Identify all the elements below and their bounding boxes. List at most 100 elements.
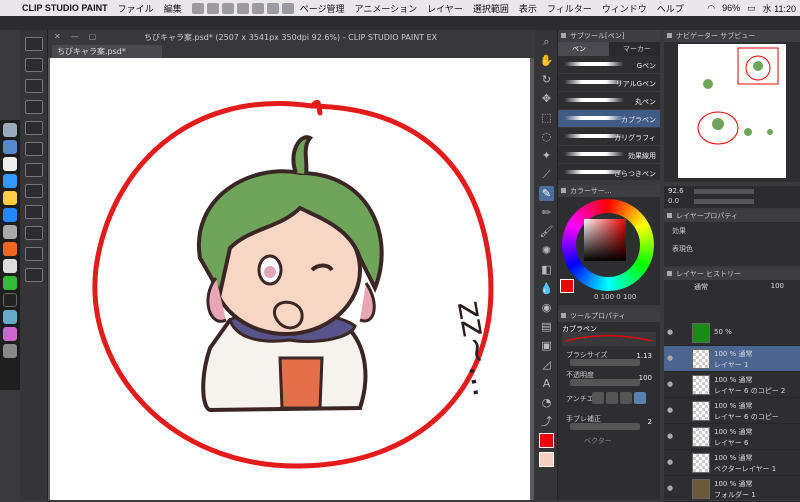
opacity-slider[interactable] <box>570 379 640 386</box>
eye-icon[interactable]: ● <box>667 354 677 362</box>
eye-icon[interactable]: ● <box>667 328 677 336</box>
layer-row[interactable]: ● 100 % 通常 レイヤー 6 のコピー 2 <box>664 372 800 398</box>
eye-icon[interactable]: ● <box>667 432 677 440</box>
brush-item-selected[interactable]: カブラペン <box>558 110 660 128</box>
tab-marker[interactable]: マーカー <box>609 42 660 56</box>
brush-size-value[interactable]: 1.13 <box>636 352 652 360</box>
rotate-icon[interactable]: ↻ <box>539 72 554 87</box>
export-icon[interactable] <box>25 268 43 282</box>
zoom-slider[interactable] <box>694 189 754 194</box>
eye-icon[interactable]: ● <box>667 484 677 492</box>
layer-row[interactable]: ● 100 % 通常 フォルダー 1 <box>664 476 800 502</box>
navigator-tab[interactable]: ナビゲーター <box>676 32 718 40</box>
dock-app-icon[interactable] <box>3 140 17 154</box>
angle-slider[interactable] <box>694 199 754 204</box>
save-file-icon[interactable] <box>25 79 43 93</box>
lasso-icon[interactable]: ◌ <box>539 129 554 144</box>
brush-icon[interactable]: 🖌 <box>539 224 554 239</box>
blend-icon[interactable]: 💧 <box>539 281 554 296</box>
menu-window[interactable]: ウィンドウ <box>602 2 647 15</box>
frame-icon[interactable]: ▣ <box>539 338 554 353</box>
main-color-swatch[interactable] <box>539 433 554 448</box>
stabilization-slider[interactable] <box>570 423 640 430</box>
color-square[interactable] <box>584 219 626 261</box>
clock[interactable]: 水 11:20 <box>763 2 796 15</box>
menu-animation[interactable]: アニメーション <box>355 2 418 15</box>
dock-app-icon[interactable] <box>3 225 17 239</box>
material-icon[interactable] <box>25 121 43 135</box>
open-file-icon[interactable] <box>25 58 43 72</box>
antialias-none[interactable] <box>592 392 604 404</box>
antialias-strong[interactable] <box>634 392 646 404</box>
dock-app-icon[interactable] <box>3 344 17 358</box>
dock-app-icon[interactable] <box>3 293 17 307</box>
document-tab[interactable]: ちびキャラ案.psd* <box>52 45 162 58</box>
dock-app-icon[interactable] <box>3 242 17 256</box>
transform-icon[interactable] <box>236 2 249 14</box>
ruler-icon[interactable]: ◿ <box>539 357 554 372</box>
layer-row[interactable]: ● 100 % 通常 レイヤー 6 <box>664 424 800 450</box>
sub-color-swatch[interactable] <box>539 452 554 467</box>
select-icon[interactable] <box>266 2 279 14</box>
close-window-icon[interactable]: ✕ <box>54 32 61 41</box>
layer-row-selected[interactable]: ● 100 % 通常 レイヤー 1 <box>664 346 800 372</box>
airbrush-icon[interactable]: ✺ <box>539 243 554 258</box>
eye-icon[interactable]: ● <box>667 406 677 414</box>
dock-app-icon[interactable] <box>3 191 17 205</box>
zoom-value[interactable]: 92.6 <box>668 187 684 195</box>
color-swatch[interactable] <box>560 279 574 293</box>
deselect-icon[interactable] <box>281 2 294 14</box>
eye-icon[interactable]: ● <box>667 380 677 388</box>
antialias-mid[interactable] <box>620 392 632 404</box>
redo-icon[interactable] <box>221 2 234 14</box>
history-tab[interactable]: ヒストリー <box>706 270 741 278</box>
brush-item[interactable]: リアルGペン <box>558 74 660 92</box>
text-icon[interactable]: A <box>539 376 554 391</box>
dock-app-icon[interactable] <box>3 157 17 171</box>
brush-item[interactable]: カリグラフィ <box>558 128 660 146</box>
fill-bucket-icon[interactable]: ◉ <box>539 300 554 315</box>
dock-app-icon[interactable] <box>3 327 17 341</box>
layer-row[interactable]: ● 100 % 通常 レイヤー 6 のコピー <box>664 398 800 424</box>
menu-edit[interactable]: 編集 <box>164 2 182 15</box>
dock-app-icon[interactable] <box>3 174 17 188</box>
magic-wand-icon[interactable]: ✦ <box>539 148 554 163</box>
folder-icon[interactable] <box>25 205 43 219</box>
antialias-weak[interactable] <box>606 392 618 404</box>
wifi-icon[interactable]: ◠ <box>707 3 715 14</box>
folder-icon[interactable] <box>25 163 43 177</box>
angle-value[interactable]: 0.0 <box>668 197 679 205</box>
fill-icon[interactable] <box>251 2 264 14</box>
folder-icon[interactable] <box>25 226 43 240</box>
battery-icon[interactable]: ▭ <box>747 3 756 14</box>
menu-selection[interactable]: 選択範囲 <box>473 2 509 15</box>
dock-app-icon[interactable] <box>3 208 17 222</box>
dock-app-icon[interactable] <box>3 276 17 290</box>
folder-icon[interactable] <box>25 184 43 198</box>
balloon-icon[interactable]: ◔ <box>539 395 554 410</box>
tab-pen[interactable]: ペン <box>558 42 609 56</box>
dock-app-icon[interactable] <box>3 259 17 273</box>
layer-row[interactable]: ● 50 % <box>664 320 800 346</box>
pencil-icon[interactable]: ✏ <box>539 205 554 220</box>
brush-item[interactable]: ざらつきペン <box>558 164 660 182</box>
eye-icon[interactable]: ● <box>667 458 677 466</box>
dock-app-icon[interactable] <box>3 123 17 137</box>
opacity-value[interactable]: 100 <box>639 374 652 382</box>
menu-help[interactable]: ヘルプ <box>657 2 684 15</box>
selection-icon[interactable]: ⬚ <box>539 110 554 125</box>
brush-item[interactable]: 丸ペン <box>558 92 660 110</box>
zoom-icon[interactable]: ⌕ <box>539 34 554 49</box>
menu-page[interactable]: ページ管理 <box>300 2 345 15</box>
brush-item[interactable]: 効果線用 <box>558 146 660 164</box>
hand-icon[interactable]: ✋ <box>539 53 554 68</box>
brush-item[interactable]: Gペン <box>558 56 660 74</box>
canvas-area[interactable]: zz~... <box>48 58 534 500</box>
menu-view[interactable]: 表示 <box>519 2 537 15</box>
app-name[interactable]: CLIP STUDIO PAINT <box>22 3 108 13</box>
layer-opacity-value[interactable]: 100 <box>771 282 784 290</box>
menu-layer[interactable]: レイヤー <box>427 2 463 15</box>
folder-icon[interactable] <box>25 247 43 261</box>
folder-icon[interactable] <box>25 142 43 156</box>
layer-row[interactable]: ● 100 % 通常 ベクターレイヤー 1 <box>664 450 800 476</box>
